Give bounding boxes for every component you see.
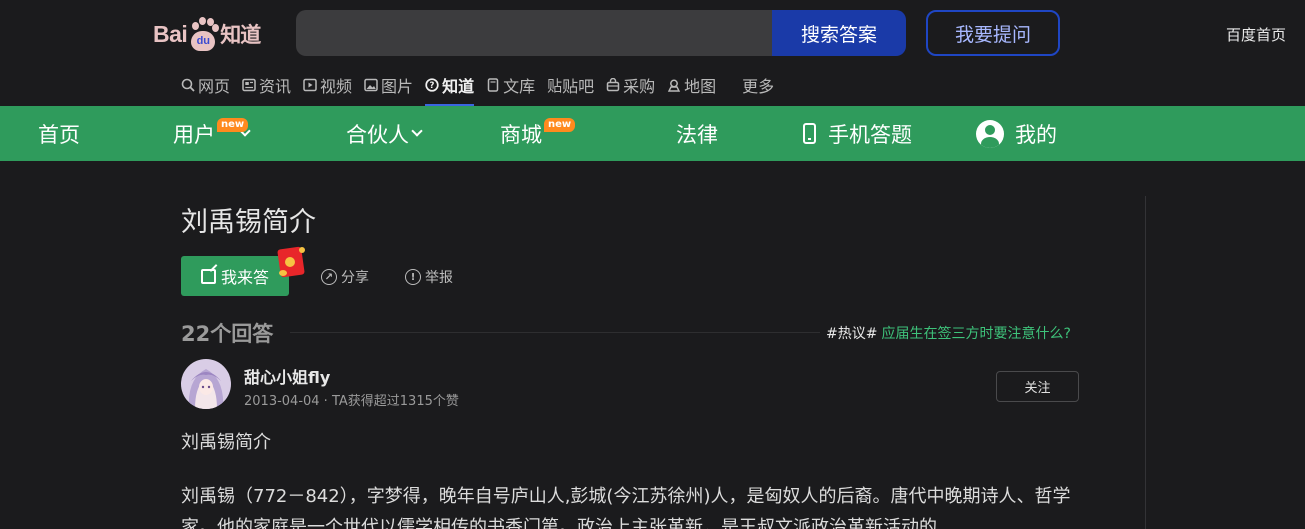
news-icon	[242, 78, 256, 92]
follow-button[interactable]: 关注	[996, 371, 1079, 402]
subnav-item-webpage[interactable]: 网页	[181, 72, 230, 98]
baidu-home-link[interactable]: 百度首页	[1226, 24, 1286, 45]
map-icon	[667, 78, 681, 92]
subnav-item-purchase[interactable]: 采购	[606, 72, 655, 98]
nav-mobile-answer[interactable]: 手机答题	[803, 106, 912, 161]
answer-button[interactable]: 我来答	[181, 256, 289, 296]
share-button[interactable]: ↗ 分享	[321, 267, 369, 287]
logo-zhidao-text: 知道	[220, 23, 261, 47]
baidu-zhidao-logo[interactable]: Bai du 知道	[153, 14, 261, 54]
nav-user[interactable]: 用户	[173, 106, 251, 161]
subnav-label: 采购	[623, 77, 656, 96]
main-nav-bar: 首页 用户 new 合伙人 商城 new 法律 手机答题 我的	[0, 106, 1305, 161]
image-icon	[364, 78, 378, 92]
new-badge: new	[544, 118, 576, 132]
report-button[interactable]: ! 举报	[405, 267, 453, 287]
subnav-item-image[interactable]: 图片	[364, 72, 413, 98]
nav-partner[interactable]: 合伙人	[346, 106, 423, 161]
product-subnav: 网页 资讯 视频 图片 ? 知道 文库 贴 贴吧 采购 地图 更多	[181, 72, 786, 106]
divider	[290, 332, 820, 333]
subnav-item-map[interactable]: 地图	[667, 72, 716, 98]
new-badge: new	[217, 118, 249, 132]
bag-icon	[606, 78, 620, 92]
logo-bai-text: Bai	[153, 20, 188, 47]
nav-mine-label: 我的	[1015, 122, 1057, 147]
answer-meta: 2013-04-04 · TA获得超过1315个赞	[244, 394, 459, 409]
share-label: 分享	[341, 270, 369, 286]
answer-button-label: 我来答	[220, 268, 269, 287]
hot-topic-link[interactable]: 应届生在签三方时要注意什么?	[881, 323, 1070, 343]
chevron-down-icon	[411, 124, 423, 137]
subnav-label: 知道	[442, 77, 475, 96]
ask-question-button[interactable]: 我要提问	[926, 10, 1060, 56]
column-divider	[1145, 196, 1146, 529]
hot-topic: #热议# 应届生在签三方时要注意什么?	[826, 323, 1071, 343]
edit-icon	[200, 268, 216, 284]
subnav-more[interactable]: 更多	[742, 72, 774, 98]
nav-mine[interactable]: 我的	[976, 106, 1057, 161]
user-icon	[976, 119, 1004, 148]
nav-partner-label: 合伙人	[346, 122, 409, 147]
share-icon: ↗	[321, 269, 337, 285]
subnav-label: 网页	[198, 77, 231, 96]
search-input[interactable]	[296, 10, 773, 56]
subnav-item-zhidao[interactable]: ? 知道	[425, 72, 475, 106]
report-label: 举报	[425, 270, 453, 286]
question-icon: ?	[425, 78, 439, 92]
subnav-item-wenku[interactable]: 文库	[486, 72, 535, 98]
subnav-item-tieba[interactable]: 贴 贴吧	[547, 72, 594, 98]
subnav-label: 文库	[503, 77, 536, 96]
video-icon	[303, 78, 317, 92]
nav-user-label: 用户	[173, 122, 215, 147]
answer-heading: 刘禹锡简介	[181, 432, 271, 453]
svg-text:?: ?	[430, 81, 435, 91]
paw-icon: du	[188, 17, 220, 51]
nav-mobile-label: 手机答题	[828, 122, 912, 147]
subnav-label: 图片	[381, 77, 414, 96]
avatar[interactable]	[181, 359, 231, 409]
subnav-label: 贴吧	[562, 77, 595, 96]
search-button[interactable]: 搜索答案	[772, 10, 906, 56]
phone-icon	[803, 123, 816, 144]
answerer-username[interactable]: 甜心小姐fly	[244, 364, 330, 388]
search-icon	[181, 78, 195, 92]
subnav-label: 视频	[320, 77, 353, 96]
subnav-item-news[interactable]: 资讯	[242, 72, 291, 98]
hot-topic-tag: #热议#	[826, 326, 878, 342]
alert-icon: !	[405, 269, 421, 285]
nav-law[interactable]: 法律	[676, 106, 718, 161]
doc-icon	[486, 78, 500, 92]
subnav-item-video[interactable]: 视频	[303, 72, 352, 98]
nav-mall[interactable]: 商城	[500, 106, 542, 161]
red-packet-icon[interactable]	[276, 244, 306, 278]
tieba-icon: 贴	[547, 76, 563, 95]
subnav-label: 资讯	[259, 77, 292, 96]
question-title: 刘禹锡简介	[181, 207, 316, 238]
nav-home[interactable]: 首页	[38, 106, 80, 161]
answer-count: 22个回答	[181, 322, 274, 346]
logo-du-text: du	[191, 31, 216, 51]
answer-body: 刘禹锡（772－842），字梦得，晚年自号庐山人,彭城(今江苏徐州)人，是匈奴人…	[181, 486, 1071, 529]
subnav-label: 地图	[684, 77, 717, 96]
